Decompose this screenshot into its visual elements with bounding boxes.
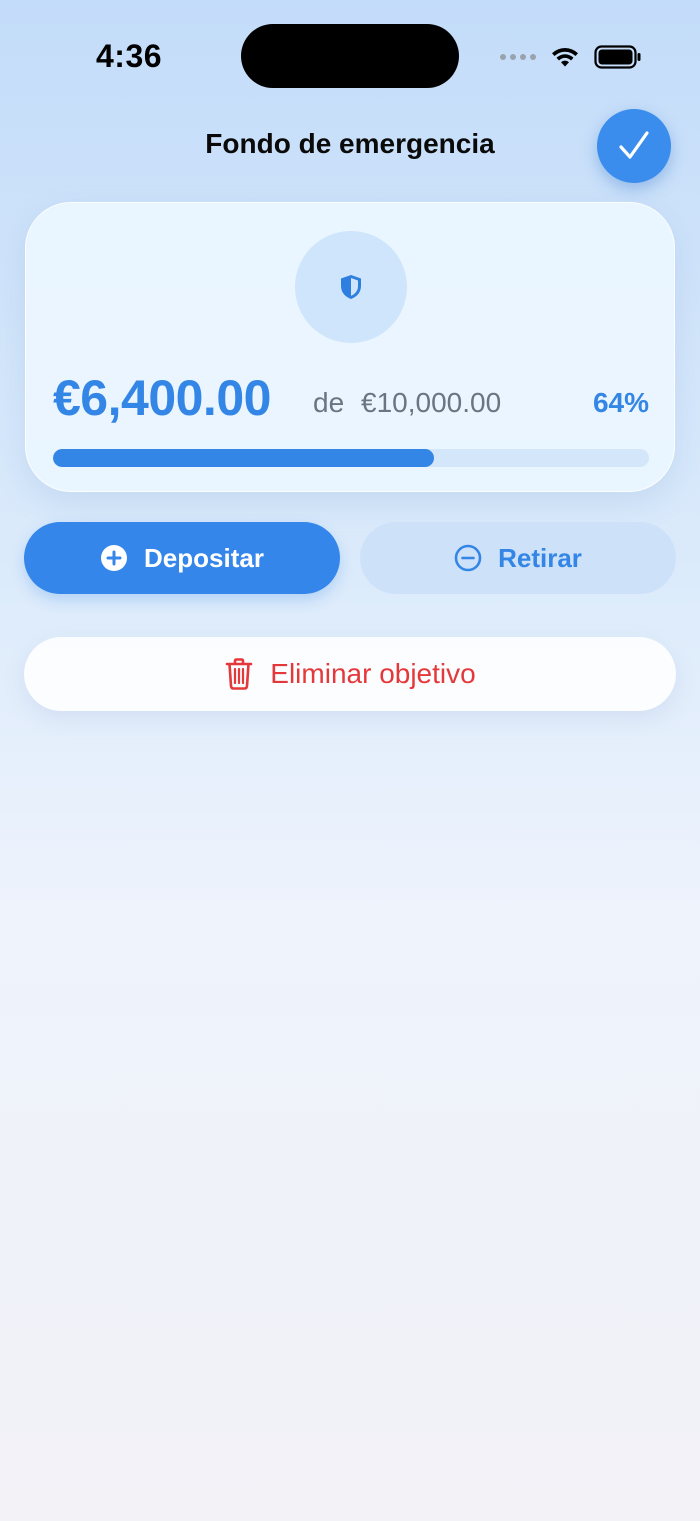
cellular-signal-icon <box>500 54 536 60</box>
wifi-icon <box>550 46 580 68</box>
of-label: de <box>313 387 345 418</box>
delete-goal-button[interactable]: Eliminar objetivo <box>24 637 676 711</box>
dynamic-island <box>241 24 459 88</box>
checkmark-icon <box>614 126 654 166</box>
withdraw-button[interactable]: Retirar <box>360 522 676 594</box>
goal-card: €6,400.00 de €10,000.00 64% <box>25 202 675 492</box>
withdraw-label: Retirar <box>498 542 582 573</box>
confirm-button[interactable] <box>597 109 671 183</box>
battery-icon <box>594 45 642 69</box>
plus-circle-icon <box>100 544 128 572</box>
progress-bar <box>53 449 649 467</box>
status-bar: 4:36 <box>0 0 700 110</box>
deposit-label: Depositar <box>144 542 264 573</box>
progress-fill <box>53 449 435 467</box>
status-time: 4:36 <box>96 38 163 74</box>
amount-row: €6,400.00 de €10,000.00 64% <box>53 369 649 429</box>
status-indicators <box>500 40 642 74</box>
deposit-button[interactable]: Depositar <box>24 522 340 594</box>
target-amount: €10,000.00 <box>361 387 502 418</box>
progress-percent: 64% <box>592 387 649 418</box>
minus-circle-icon <box>454 544 482 572</box>
shield-icon <box>338 273 364 301</box>
delete-goal-label: Eliminar objetivo <box>270 658 476 689</box>
trash-icon <box>224 657 254 691</box>
goal-icon-circle <box>295 231 407 343</box>
page-title: Fondo de emergencia <box>205 128 495 159</box>
current-amount: €6,400.00 <box>53 370 271 426</box>
